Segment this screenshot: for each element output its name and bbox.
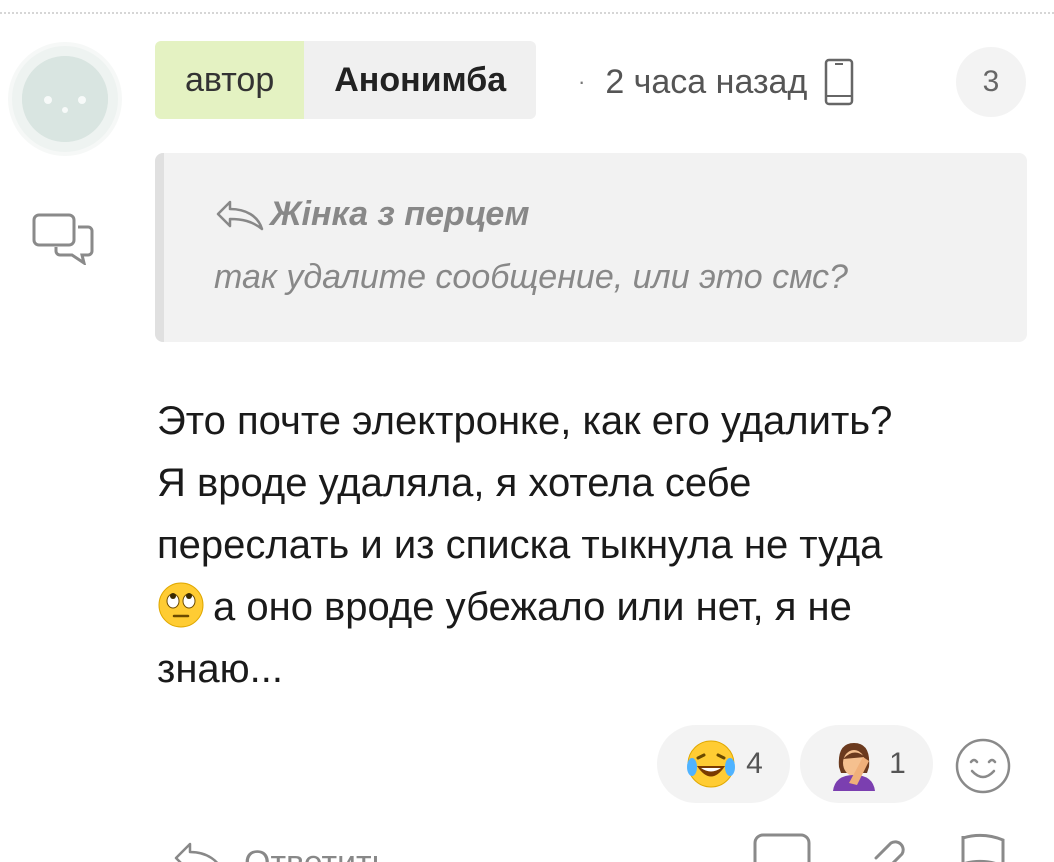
avatar-face-icon [22, 56, 108, 142]
reply-arrow-icon [174, 842, 218, 862]
reaction-count: 1 [889, 747, 906, 780]
author-pill[interactable]: автор Анонимба [155, 41, 537, 119]
body-line: Это почте электронке, как его удалить? [157, 399, 893, 443]
body-line-text: а оно вроде убежало или нет, я не [213, 585, 852, 629]
comment-outline-icon[interactable] [752, 832, 812, 862]
quoted-reply[interactable]: Жінка з перцем так удалите сообщение, ил… [155, 153, 1027, 342]
comment-meta: · 2 часа назад [578, 58, 855, 106]
body-line: переслать и из списка тыкнула не туда [157, 523, 883, 567]
eye-roll-emoji-icon [158, 582, 204, 628]
link-icon[interactable] [858, 832, 918, 862]
avatar[interactable] [8, 42, 122, 156]
phone-icon [825, 58, 854, 106]
body-line: знаю... [157, 647, 284, 691]
quote-author[interactable]: Жінка з перцем [270, 195, 529, 234]
body-line: Я вроде удаляла, я хотела себе [157, 461, 752, 505]
meta-separator: · [578, 69, 586, 94]
author-tag: автор [155, 41, 305, 119]
comment-time: 2 часа назад [605, 62, 808, 101]
reaction-count: 4 [746, 747, 763, 780]
laughing-tears-emoji-icon [687, 740, 736, 788]
smiley-add-icon[interactable] [954, 737, 1012, 795]
author-name[interactable]: Анонимба [304, 41, 537, 119]
reaction-facepalm[interactable]: 1 [800, 725, 933, 803]
body-line: а оно вроде убежало или нет, я не [157, 576, 1027, 638]
reaction-laugh[interactable]: 4 [657, 725, 790, 803]
reply-arrow-icon [216, 200, 264, 230]
quote-header: Жінка з перцем [214, 195, 529, 234]
reply-count-badge[interactable]: 3 [956, 47, 1026, 117]
top-divider [0, 12, 1054, 14]
reply-label: Ответить [244, 844, 389, 862]
facepalm-emoji-icon [833, 743, 876, 791]
comment-body: Это почте электронке, как его удалить? Я… [157, 390, 1027, 700]
flag-icon[interactable] [958, 832, 1008, 862]
reply-button[interactable]: Ответить [172, 840, 389, 862]
quote-text: так удалите сообщение, или это смс? [214, 258, 848, 296]
action-bar: Ответить [0, 822, 1054, 862]
comment-bubble-icon[interactable] [32, 213, 94, 265]
